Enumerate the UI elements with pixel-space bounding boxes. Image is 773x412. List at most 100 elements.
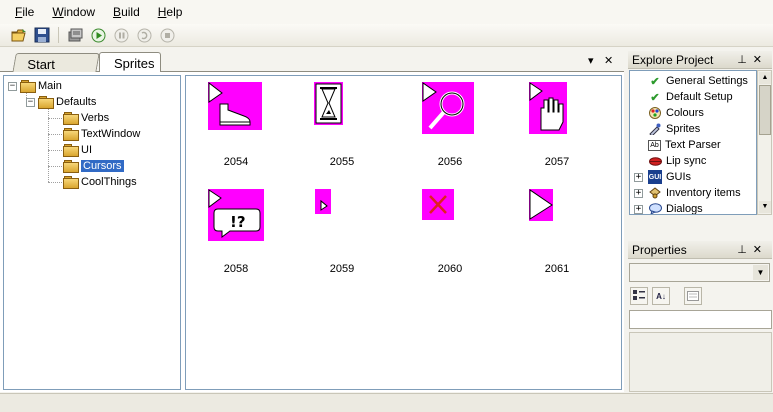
tree-connector [48, 166, 62, 167]
stop-icon[interactable] [158, 26, 176, 44]
explore-project-header: Explore Project ⊥✕ [628, 51, 772, 69]
text-parser-icon: Ab [648, 139, 661, 151]
save-icon[interactable] [33, 26, 51, 44]
close-tab-icon[interactable]: ✕ [604, 54, 613, 67]
lips-icon [648, 154, 662, 168]
document-area: Start Page Sprites ▾ ✕ − Main − Defaults [0, 50, 624, 392]
shoe-walk-cursor-icon [208, 81, 262, 130]
pause-icon[interactable] [112, 26, 130, 44]
sprite-number: 2058 [223, 263, 249, 275]
close-icon[interactable]: ✕ [753, 54, 768, 66]
sprite-number: 2060 [437, 263, 463, 275]
sprite-folder-tree[interactable]: − Main − Defaults Verbs TextWindow UI Cu… [3, 75, 181, 390]
palette-icon [648, 106, 662, 120]
explore-item-label: Default Setup [666, 91, 733, 103]
explore-scrollbar[interactable]: ▲ ▼ [757, 70, 772, 215]
sprite-item[interactable]: 2054 [206, 81, 286, 172]
tree-node-ui[interactable]: UI [63, 142, 92, 158]
menu-help[interactable]: Help [149, 5, 192, 19]
magnifier-look-cursor-icon [422, 82, 474, 134]
properties-grid[interactable] [629, 310, 772, 329]
scroll-thumb[interactable] [759, 85, 771, 135]
tree-node-coolthings[interactable]: CoolThings [63, 174, 137, 190]
tree-node-label: Main [38, 80, 62, 92]
speech-bubble-talk-cursor-icon: !? [208, 189, 264, 241]
pin-icon[interactable]: ⊥ [737, 54, 753, 66]
tree-node-verbs[interactable]: Verbs [63, 110, 109, 126]
tree-node-label: Defaults [56, 96, 97, 108]
sprite-number: 2059 [329, 263, 355, 275]
explore-item-text-parser[interactable]: Ab Text Parser [634, 137, 721, 153]
tree-node-label: UI [81, 144, 92, 156]
tab-list-dropdown-icon[interactable]: ▾ [588, 54, 594, 67]
pin-icon[interactable]: ⊥ [737, 244, 753, 256]
scroll-up-icon[interactable]: ▲ [759, 72, 771, 84]
explore-item-default-setup[interactable]: ✔ Default Setup [634, 89, 733, 105]
hourglass-wait-cursor-icon [314, 82, 343, 125]
tree-connector [48, 108, 49, 182]
explore-item-guis[interactable]: + GUI GUIs [634, 169, 691, 185]
tree-node-textwindow[interactable]: TextWindow [63, 126, 140, 142]
properties-header: Properties ⊥✕ [628, 241, 772, 259]
sprite-number: 2055 [329, 156, 355, 168]
tab-sprites[interactable]: Sprites [99, 52, 161, 73]
build-icon[interactable] [66, 26, 84, 44]
gui-icon: GUI [648, 170, 662, 184]
sprite-item[interactable]: 2059 [312, 189, 392, 279]
collapse-icon[interactable]: − [8, 81, 17, 91]
sprite-item[interactable]: 2056 [420, 82, 500, 172]
step-icon[interactable] [135, 26, 153, 44]
panel-title: Explore Project [632, 53, 714, 67]
explore-item-sprites[interactable]: Sprites [634, 121, 700, 137]
properties-object-select[interactable]: ▼ [629, 263, 770, 282]
sprite-item[interactable]: 2057 [527, 82, 607, 172]
explore-item-lip-sync[interactable]: Lip sync [634, 153, 706, 169]
sprite-item[interactable]: 2061 [527, 189, 607, 279]
menu-build[interactable]: Build [104, 5, 149, 19]
explore-item-label: General Settings [666, 75, 748, 87]
chevron-down-icon[interactable]: ▼ [753, 265, 768, 280]
menu-window[interactable]: Window [43, 5, 104, 19]
explore-item-label: Colours [666, 107, 704, 119]
sprite-number: 2057 [544, 156, 570, 168]
categorized-icon[interactable] [630, 287, 648, 305]
explore-item-dialogs[interactable]: + Dialogs [634, 201, 703, 214]
tree-node-label-selected: Cursors [81, 160, 124, 172]
sprite-item[interactable]: 2055 [312, 82, 392, 172]
small-arrow-cursor-icon [315, 189, 331, 214]
explore-project-tree[interactable]: ✔ General Settings ✔ Default Setup Colou… [629, 70, 757, 215]
explore-item-label: Inventory items [666, 187, 741, 199]
explore-item-label: Text Parser [665, 139, 721, 151]
tree-node-cursors[interactable]: Cursors [63, 158, 124, 174]
folder-icon [63, 128, 79, 141]
menu-bar: File Window Build Help [0, 0, 773, 24]
collapse-icon[interactable]: − [26, 97, 35, 107]
sort-alphabetical-icon[interactable]: A↓ [652, 287, 670, 305]
run-icon[interactable] [89, 26, 107, 44]
sprite-item[interactable]: 2060 [420, 189, 500, 279]
tree-connector [48, 118, 62, 119]
tab-start-page[interactable]: Start Page [12, 53, 100, 87]
sprite-item[interactable]: !? 2058 [206, 189, 286, 279]
tree-node-label: CoolThings [81, 176, 137, 188]
open-folder-icon[interactable] [10, 26, 28, 44]
tree-node-label: Verbs [81, 112, 110, 124]
scroll-down-icon[interactable]: ▼ [759, 201, 771, 213]
sprite-grid: 2054 2055 2056 2057 !? 2058 2059 2060 20… [185, 75, 622, 390]
close-icon[interactable]: ✕ [753, 244, 768, 256]
arrow-cursor-icon [529, 189, 553, 221]
expand-icon[interactable]: + [634, 172, 643, 182]
property-pages-icon[interactable] [684, 287, 702, 305]
tree-node-label: TextWindow [81, 128, 141, 140]
toolbar-separator [58, 27, 59, 43]
explore-item-colours[interactable]: Colours [634, 105, 704, 121]
tree-node-main[interactable]: − Main [8, 78, 62, 94]
explore-item-general-settings[interactable]: ✔ General Settings [634, 73, 748, 89]
menu-file[interactable]: File [6, 5, 43, 19]
panel-controls: ⊥✕ [737, 241, 768, 259]
tree-node-defaults[interactable]: − Defaults [26, 94, 96, 110]
expand-icon[interactable]: + [634, 188, 643, 198]
explore-item-inventory-items[interactable]: + Inventory items [634, 185, 741, 201]
expand-icon[interactable]: + [634, 204, 643, 214]
folder-icon [63, 144, 79, 157]
